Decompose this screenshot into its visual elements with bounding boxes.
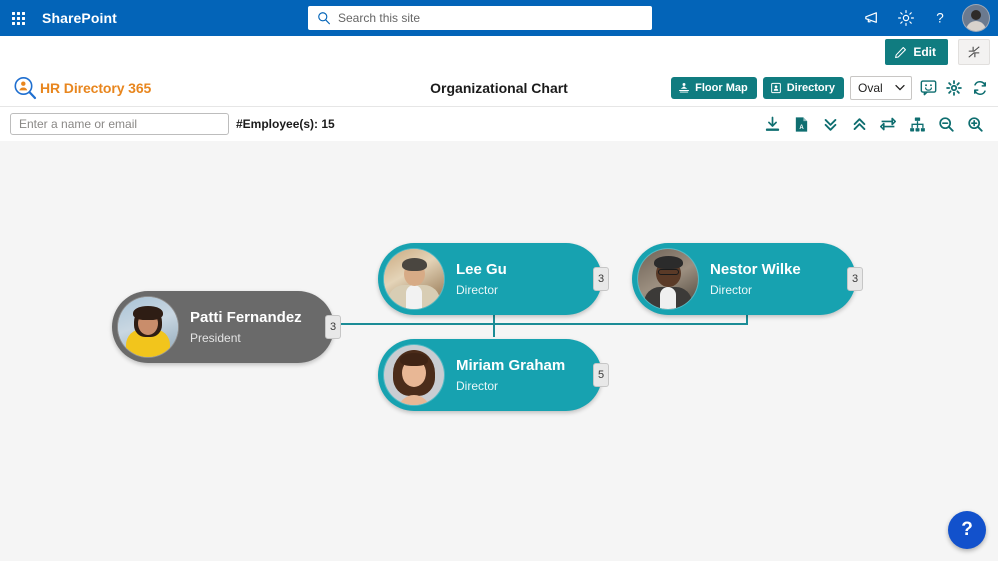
expand-all-icon[interactable] xyxy=(821,115,839,133)
help-button[interactable]: ? xyxy=(948,511,986,549)
pencil-icon xyxy=(895,46,907,58)
org-node-badge[interactable]: 3 xyxy=(325,315,341,339)
hierarchy-icon[interactable] xyxy=(908,115,926,133)
collapse-all-icon[interactable] xyxy=(850,115,868,133)
suite-actions: ? xyxy=(856,0,990,36)
floor-map-button[interactable]: Floor Map xyxy=(671,76,757,99)
org-node-name: Nestor Wilke xyxy=(710,260,801,278)
chart-tool-icons: A xyxy=(763,107,984,141)
reset-layout-icon[interactable] xyxy=(879,115,897,133)
shape-select-wrap: Oval xyxy=(850,75,912,100)
app-header-actions: Floor Map Directory Oval xyxy=(671,68,990,107)
edit-button[interactable]: Edit xyxy=(885,39,948,65)
magnifier-person-icon xyxy=(14,77,37,100)
shape-select[interactable]: Oval xyxy=(850,75,912,100)
employee-search-input[interactable] xyxy=(10,113,229,135)
org-node-role: Director xyxy=(710,282,753,297)
refresh-icon[interactable] xyxy=(970,77,990,99)
export-pdf-icon[interactable]: A xyxy=(792,115,810,133)
avatar xyxy=(118,297,178,357)
app-logo[interactable]: HR Directory 365 xyxy=(12,75,151,101)
zoom-in-icon[interactable] xyxy=(966,115,984,133)
gear-icon[interactable] xyxy=(890,2,922,34)
avatar[interactable] xyxy=(962,4,990,32)
org-node-text: Patti Fernandez President xyxy=(190,309,302,346)
org-node-name: Lee Gu xyxy=(456,260,507,278)
help-icon[interactable]: ? xyxy=(924,2,956,34)
avatar xyxy=(638,249,698,309)
app-header: Organizational Chart HR Directory 365 Fl… xyxy=(0,68,998,107)
floor-map-label: Floor Map xyxy=(695,81,748,94)
org-node-role: President xyxy=(190,330,241,345)
org-node-badge[interactable]: 3 xyxy=(593,267,609,291)
org-node-name: Patti Fernandez xyxy=(190,308,302,326)
svg-text:A: A xyxy=(799,124,804,130)
sharepoint-brand[interactable]: SharePoint xyxy=(42,10,117,26)
org-node-role: Director xyxy=(456,378,499,393)
edit-button-label: Edit xyxy=(913,45,936,59)
command-bar: Edit xyxy=(0,36,998,68)
org-node-lee-gu[interactable]: Lee Gu Director 3 xyxy=(378,243,609,315)
org-node-root[interactable]: Patti Fernandez President 3 xyxy=(112,291,341,363)
zoom-out-icon[interactable] xyxy=(937,115,955,133)
avatar xyxy=(384,345,444,405)
org-node-nestor-wilke[interactable]: Nestor Wilke Director 3 xyxy=(632,243,863,315)
org-node-role: Director xyxy=(456,282,499,297)
org-chart-canvas[interactable]: Patti Fernandez President 3 Lee Gu Direc… xyxy=(0,141,998,561)
org-node-miriam-graham[interactable]: Miriam Graham Director 5 xyxy=(378,339,609,411)
download-icon[interactable] xyxy=(763,115,781,133)
directory-button[interactable]: Directory xyxy=(762,76,844,99)
search-input[interactable] xyxy=(308,6,652,30)
directory-label: Directory xyxy=(786,81,835,94)
feedback-smiley-icon[interactable] xyxy=(918,77,938,99)
org-node-text: Nestor Wilke Director xyxy=(710,261,801,298)
org-node-badge[interactable]: 5 xyxy=(593,363,609,387)
directory-card-icon xyxy=(770,82,781,93)
avatar xyxy=(384,249,444,309)
sharepoint-suite-bar: SharePoint ? xyxy=(0,0,998,36)
org-node-text: Miriam Graham Director xyxy=(456,357,565,394)
collapse-button[interactable] xyxy=(958,39,990,65)
waffle-grid xyxy=(11,11,25,25)
app-logo-title: HR Directory 365 xyxy=(40,80,152,96)
megaphone-icon[interactable] xyxy=(856,2,888,34)
org-node-text: Lee Gu Director xyxy=(456,261,507,298)
floor-map-icon xyxy=(679,82,690,93)
app-launcher-icon[interactable] xyxy=(0,0,36,36)
org-node-name: Miriam Graham xyxy=(456,356,566,374)
svg-text:?: ? xyxy=(936,11,944,26)
gear-icon[interactable] xyxy=(944,77,964,99)
employee-count: #Employee(s): 15 xyxy=(236,117,335,131)
org-node-badge[interactable]: 3 xyxy=(847,267,863,291)
chart-toolbar: #Employee(s): 15 A xyxy=(0,107,998,141)
suite-search-wrap xyxy=(308,6,652,30)
collapse-icon xyxy=(968,46,980,58)
